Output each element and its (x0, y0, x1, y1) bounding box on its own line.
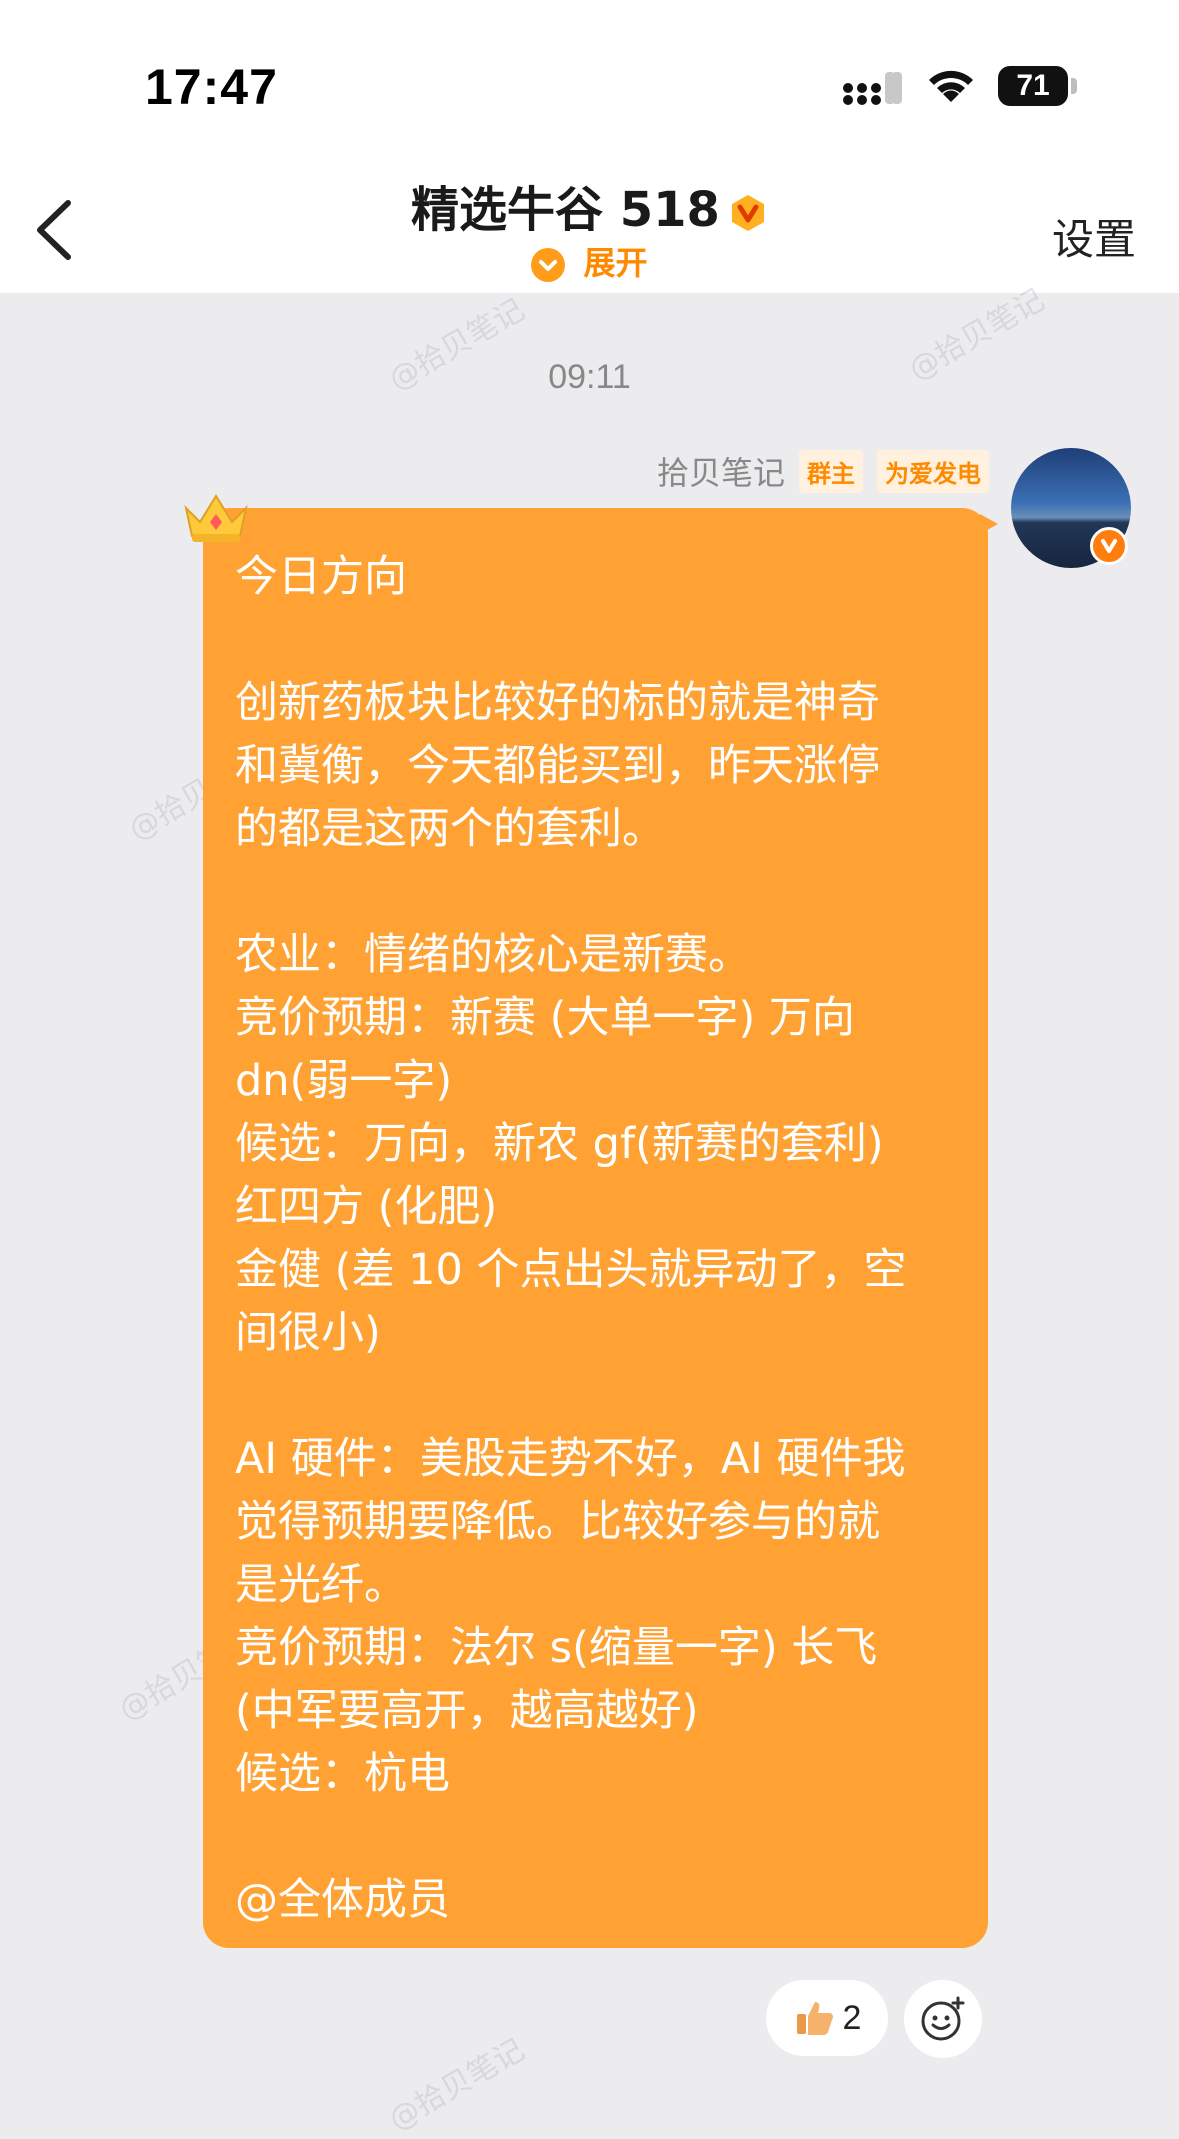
expand-toggle[interactable]: 展开 (0, 238, 1179, 284)
message-line: dn(弱一字) (235, 1056, 453, 1106)
message-line: 竞价预期：法尔 s(缩量一字) 长飞 (235, 1623, 878, 1673)
battery-tip (1071, 78, 1077, 94)
message-line: (中军要高开，越高越好) (235, 1686, 699, 1736)
battery-icon: 71 (998, 66, 1068, 106)
message-line: 间很小) (235, 1308, 381, 1358)
message-line: AI 硬件：美股走势不好，AI 硬件我 (235, 1434, 906, 1484)
expand-label: 展开 (583, 244, 648, 282)
message-line: 红四方 (化肥) (235, 1182, 498, 1232)
verified-v-badge-icon (731, 195, 764, 231)
crown-icon (184, 494, 248, 542)
sender-row: 拾贝笔记 群主 为爱发电 (657, 448, 989, 494)
message-line: 的都是这两个的套利。 (235, 804, 665, 854)
group-title[interactable]: 精选牛谷 518 (0, 170, 1179, 240)
message-line (235, 861, 958, 924)
settings-button[interactable]: 设置 (1052, 206, 1136, 267)
message-line: 农业：情绪的核心是新赛。 (235, 930, 751, 980)
message-line (235, 1365, 958, 1428)
message-timestamp: 09:11 (548, 358, 631, 396)
message-line: 候选：万向，新农 gf(新赛的套利) (235, 1119, 884, 1169)
status-time: 17:47 (145, 59, 278, 115)
message-line: 和冀衡，今天都能买到，昨天涨停 (235, 741, 880, 791)
owner-tag: 群主 (799, 449, 863, 493)
add-reaction-button[interactable] (904, 1980, 982, 2058)
message-line: 是光纤。 (235, 1560, 407, 1610)
message-line: 竞价预期：新赛 (大单一字) 万向 (235, 993, 855, 1043)
message-line: 金健 (差 10 个点出头就异动了，空 (235, 1245, 907, 1295)
message-line: 创新药板块比较好的标的就是神奇 (235, 678, 880, 728)
reaction-count: 2 (842, 1998, 862, 2037)
wifi-icon (929, 70, 973, 102)
verified-v-badge-icon (1090, 527, 1128, 565)
message-line: 候选：杭电 (235, 1749, 450, 1799)
nav-header: 精选牛谷 518 展开 设置 (0, 150, 1179, 293)
add-emoji-icon (921, 1996, 965, 2041)
chevron-down-icon (531, 248, 566, 282)
message-line (235, 609, 958, 672)
watermark: @拾贝笔记 (383, 2032, 531, 2138)
mention-all[interactable]: @全体成员 (235, 1869, 958, 1932)
message-line (235, 1806, 958, 1869)
reaction-thumbs-up[interactable]: 2 (766, 1980, 888, 2056)
status-bar: 17:47 71 (0, 0, 1179, 150)
message-bubble[interactable]: 今日方向 创新药板块比较好的标的就是神奇 和冀衡，今天都能买到，昨天涨停 的都是… (203, 508, 988, 1948)
message-line: 今日方向 (235, 552, 407, 602)
signal-icon (843, 72, 902, 105)
thumbs-up-icon (796, 2002, 833, 2035)
group-title-text: 精选牛谷 518 (411, 182, 720, 238)
sender-name[interactable]: 拾贝笔记 (657, 448, 785, 494)
contributor-tag: 为爱发电 (877, 449, 989, 493)
message-line: 觉得预期要降低。比较好参与的就 (235, 1497, 880, 1547)
